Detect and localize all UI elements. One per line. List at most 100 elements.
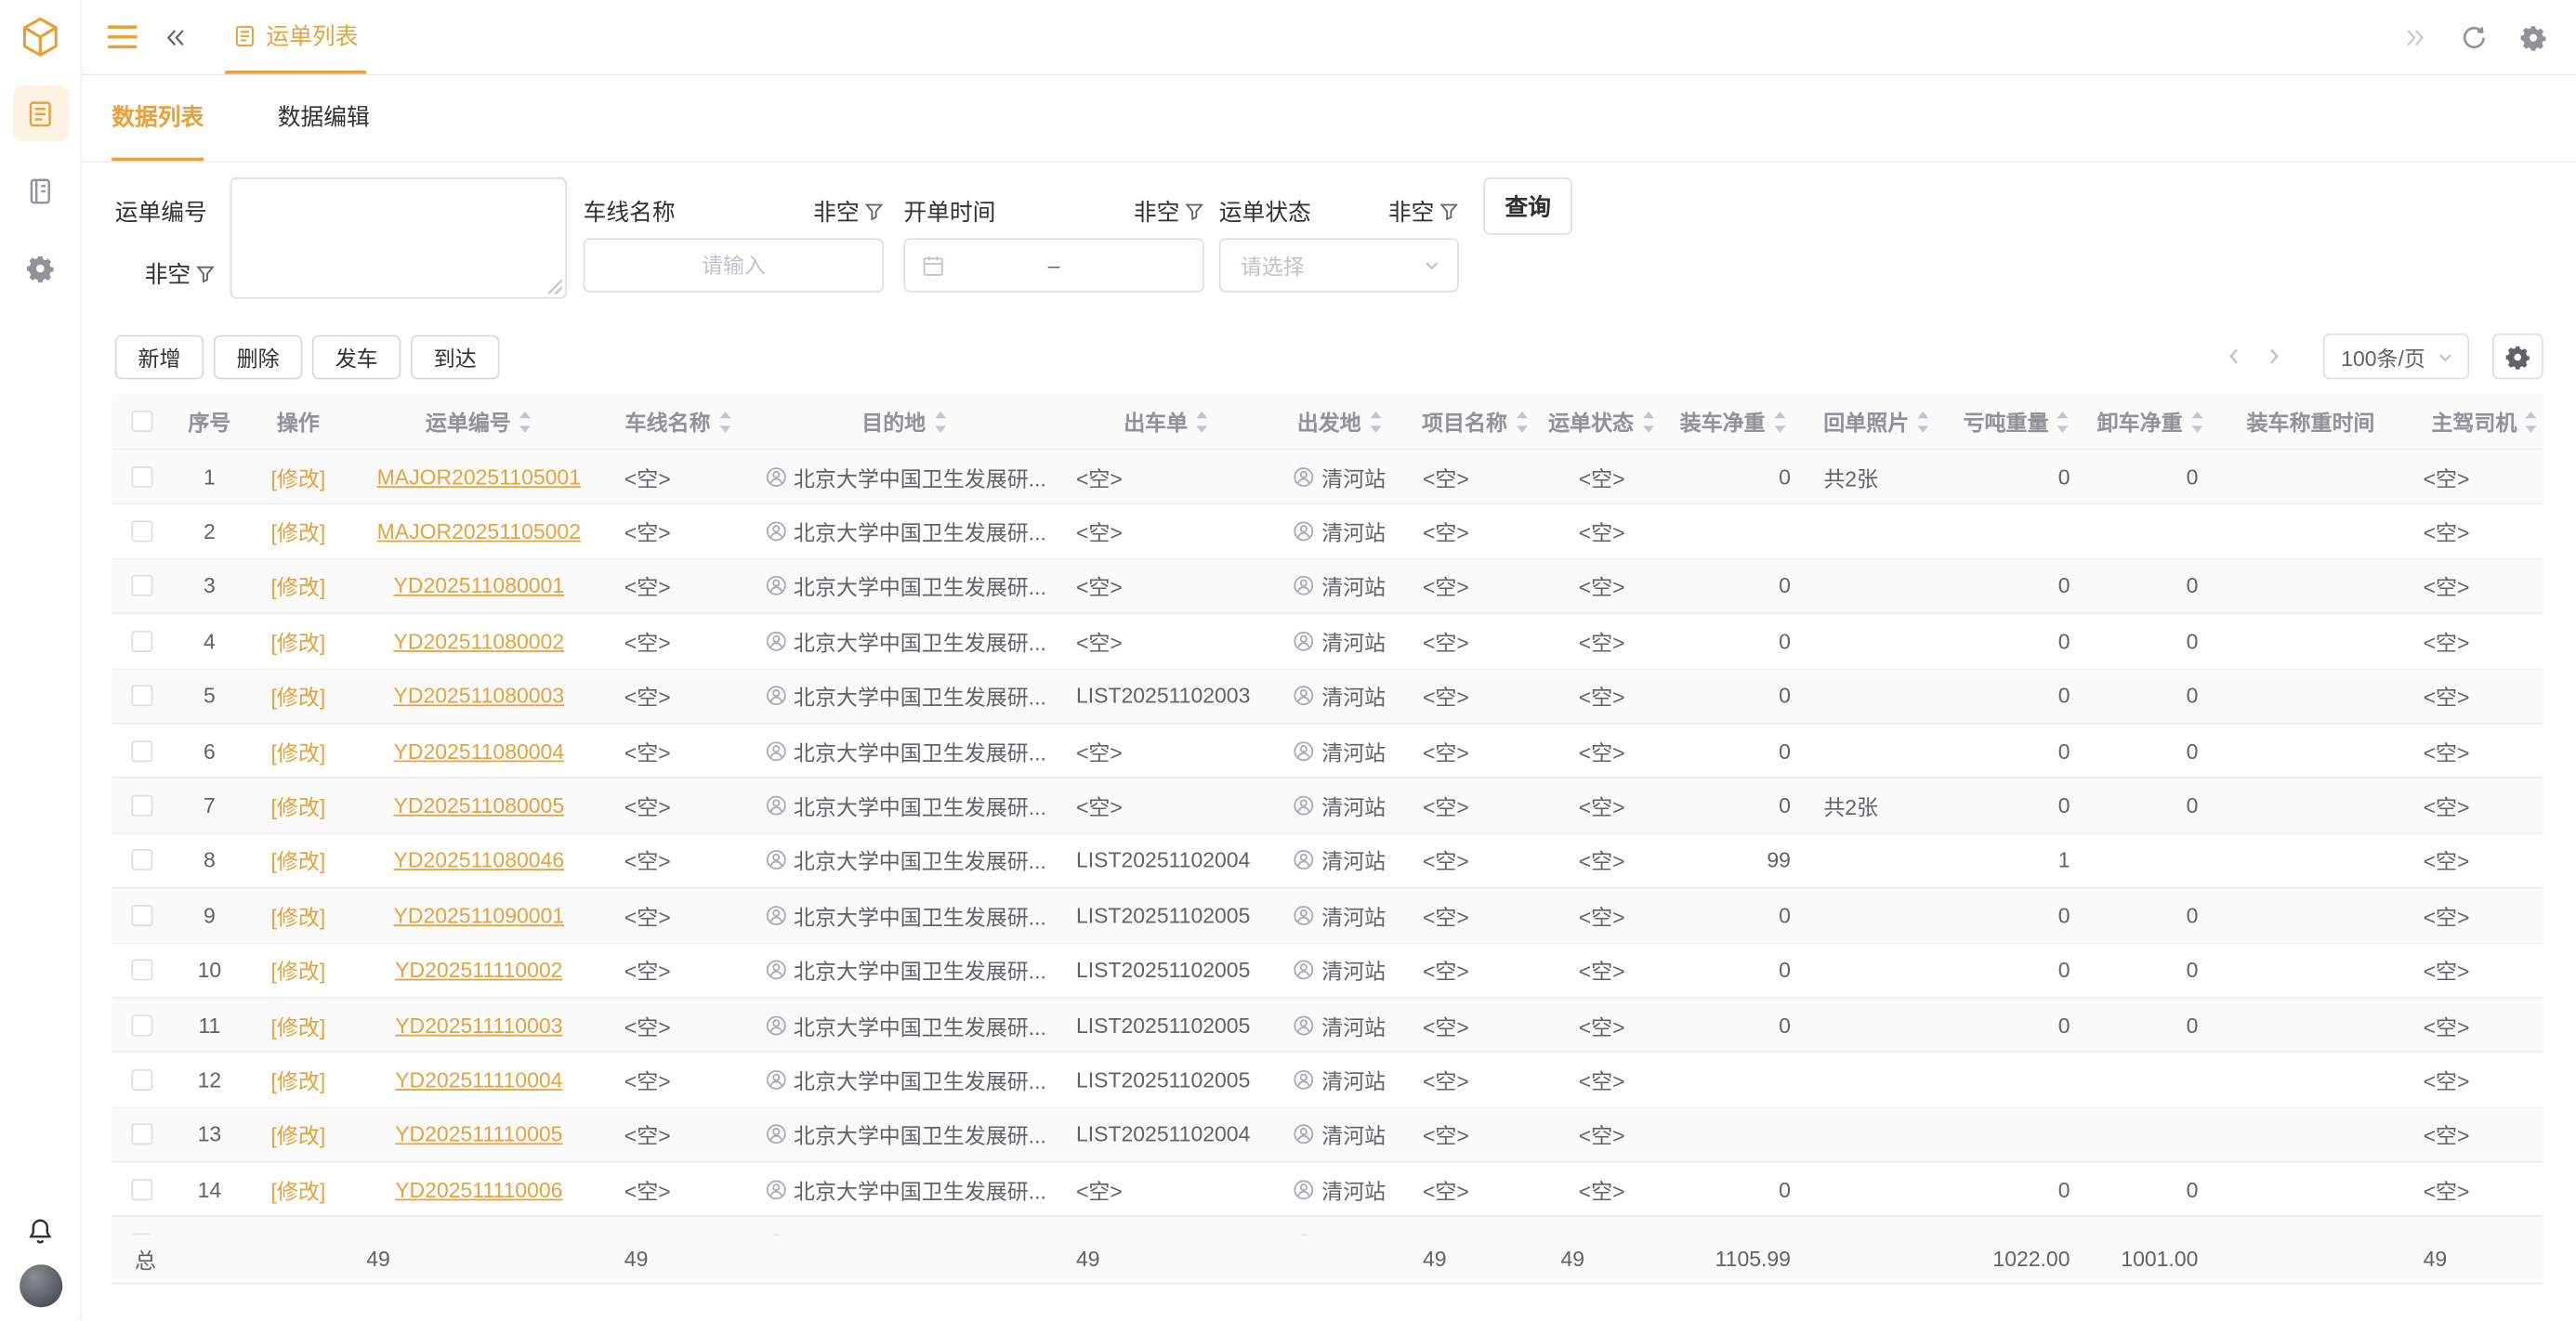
- row-checkbox[interactable]: [131, 850, 152, 871]
- column-header-unload_net[interactable]: 卸车净重: [2086, 394, 2215, 448]
- row-checkbox[interactable]: [131, 905, 152, 926]
- column-header-driver[interactable]: 主驾司机: [2407, 394, 2543, 448]
- arrive-button[interactable]: 到达: [411, 334, 499, 379]
- row-checkbox[interactable]: [131, 1069, 152, 1091]
- delete-button[interactable]: 删除: [214, 334, 302, 379]
- expand-tabs-right-icon[interactable]: [2403, 25, 2428, 48]
- edit-link[interactable]: [修改]: [270, 625, 325, 657]
- waybill-link[interactable]: MAJOR20251105002: [377, 519, 581, 544]
- row-checkbox[interactable]: [131, 1124, 152, 1145]
- waybill-link[interactable]: YD202511110006: [395, 1177, 562, 1202]
- column-header-status[interactable]: 运单状态: [1544, 394, 1660, 448]
- column-header-loss_weight[interactable]: 亏吨重量: [1947, 394, 2086, 448]
- row-checkbox[interactable]: [131, 521, 152, 543]
- waybill-link[interactable]: YD202511110002: [395, 958, 562, 983]
- column-header-receipt_photos[interactable]: 回单照片: [1807, 394, 1947, 448]
- edit-link[interactable]: [修改]: [270, 954, 325, 986]
- sidebar-item-log[interactable]: [12, 163, 68, 218]
- row-checkbox[interactable]: [131, 1014, 152, 1036]
- column-header-destination[interactable]: 目的地: [749, 394, 1059, 448]
- edit-link[interactable]: [修改]: [270, 1229, 325, 1236]
- edit-link[interactable]: [修改]: [270, 1010, 325, 1041]
- column-header-project[interactable]: 项目名称: [1406, 394, 1544, 448]
- row-checkbox[interactable]: [131, 466, 152, 488]
- line-name-not-empty-filter[interactable]: 非空: [813, 195, 884, 228]
- page-size-select[interactable]: 100条/页: [2323, 334, 2469, 380]
- sort-icon[interactable]: [1194, 410, 1209, 433]
- row-checkbox[interactable]: [131, 960, 152, 981]
- sort-icon[interactable]: [518, 410, 532, 433]
- row-checkbox[interactable]: [131, 795, 152, 817]
- cell-receipt_photos: [1807, 944, 1947, 997]
- tab-data-edit[interactable]: 数据编辑: [278, 75, 370, 161]
- settings-gear-icon[interactable]: [2520, 24, 2546, 50]
- waybill-no-not-empty-filter[interactable]: 非空: [145, 258, 216, 291]
- edit-link[interactable]: [修改]: [270, 844, 325, 876]
- waybill-link[interactable]: YD202511110004: [395, 1067, 562, 1092]
- edit-link[interactable]: [修改]: [270, 899, 325, 931]
- column-header-load_net[interactable]: 装车净重: [1660, 394, 1807, 448]
- sort-icon[interactable]: [1514, 410, 1529, 433]
- tab-data-list[interactable]: 数据列表: [112, 75, 204, 161]
- edit-link[interactable]: [修改]: [270, 570, 325, 602]
- edit-link[interactable]: [修改]: [270, 461, 325, 492]
- prev-page-icon[interactable]: [2215, 347, 2254, 366]
- table-row: 6[修改]YD202511080004<空>北京大学中国卫生发展研...<空>清…: [112, 725, 2543, 779]
- collapse-tabs-left-icon[interactable]: [163, 25, 188, 48]
- column-header-origin[interactable]: 出发地: [1273, 394, 1406, 448]
- column-header-line_name[interactable]: 车线名称: [608, 394, 749, 448]
- select-all-checkbox[interactable]: [131, 411, 152, 432]
- waybill-link[interactable]: YD202511080003: [394, 684, 565, 709]
- row-checkbox[interactable]: [131, 1179, 152, 1200]
- order-time-not-empty-filter[interactable]: 非空: [1134, 195, 1204, 228]
- hamburger-menu-icon[interactable]: [107, 25, 138, 50]
- edit-link[interactable]: [修改]: [270, 790, 325, 821]
- waybill-link[interactable]: YD202511080002: [394, 629, 565, 654]
- line-name-input[interactable]: [585, 240, 882, 291]
- edit-link[interactable]: [修改]: [270, 735, 325, 766]
- search-button[interactable]: 查询: [1483, 177, 1571, 235]
- row-checkbox[interactable]: [131, 686, 152, 707]
- status-select[interactable]: 请选择: [1219, 238, 1459, 292]
- waybill-link[interactable]: YD202511080005: [394, 793, 565, 818]
- add-button[interactable]: 新增: [115, 334, 204, 379]
- edit-link[interactable]: [修改]: [270, 680, 325, 712]
- status-not-empty-filter[interactable]: 非空: [1388, 195, 1459, 228]
- sidebar-item-waybill-list[interactable]: [12, 85, 68, 141]
- sort-icon[interactable]: [1368, 410, 1383, 433]
- waybill-link[interactable]: YD202511080046: [394, 848, 565, 873]
- waybill-link[interactable]: YD202511080001: [394, 574, 565, 599]
- row-checkbox[interactable]: [131, 576, 152, 597]
- column-header-dispatch_no[interactable]: 出车单: [1059, 394, 1273, 448]
- column-header-waybill_no[interactable]: 运单编号: [350, 394, 609, 448]
- refresh-icon[interactable]: [2461, 24, 2487, 50]
- edit-link[interactable]: [修改]: [270, 1174, 325, 1206]
- next-page-icon[interactable]: [2254, 347, 2293, 366]
- sort-icon[interactable]: [1772, 410, 1787, 433]
- sort-icon[interactable]: [1640, 410, 1655, 433]
- edit-link[interactable]: [修改]: [270, 1119, 325, 1151]
- tab-waybill-list[interactable]: 运单列表: [225, 0, 366, 74]
- sort-icon[interactable]: [717, 410, 732, 433]
- edit-link[interactable]: [修改]: [270, 516, 325, 547]
- waybill-no-input[interactable]: [231, 179, 565, 297]
- sidebar-item-settings[interactable]: [12, 240, 68, 295]
- user-avatar[interactable]: [19, 1264, 61, 1307]
- waybill-link[interactable]: YD202511080004: [394, 739, 565, 764]
- order-time-range-input[interactable]: –: [903, 238, 1204, 292]
- column-settings-button[interactable]: [2492, 334, 2543, 380]
- waybill-link[interactable]: YD202511110005: [395, 1122, 562, 1147]
- sort-icon[interactable]: [932, 410, 947, 433]
- notifications-bell-icon[interactable]: [26, 1217, 54, 1245]
- sort-icon[interactable]: [1915, 410, 1930, 433]
- sort-icon[interactable]: [2056, 410, 2070, 433]
- depart-button[interactable]: 发车: [312, 334, 401, 379]
- sort-icon[interactable]: [2523, 410, 2538, 433]
- sort-icon[interactable]: [2189, 410, 2204, 433]
- edit-link[interactable]: [修改]: [270, 1065, 325, 1096]
- waybill-link[interactable]: YD202511090001: [394, 903, 565, 928]
- waybill-link[interactable]: YD202511110003: [395, 1013, 562, 1038]
- row-checkbox[interactable]: [131, 740, 152, 762]
- row-checkbox[interactable]: [131, 631, 152, 652]
- waybill-link[interactable]: MAJOR20251105001: [377, 464, 581, 490]
